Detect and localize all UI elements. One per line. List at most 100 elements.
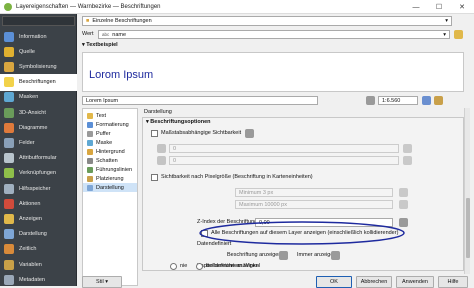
tree-item-hintergrund[interactable]: Hintergrund (83, 147, 137, 156)
max-pixel-value: Maximum 10000 px (239, 201, 287, 208)
scale-visibility-label: Maßstabsabhängige Sichtbarkeit (161, 130, 242, 136)
scale-max-value: 0 (173, 157, 177, 164)
cancel-button[interactable]: Abbrechen (356, 276, 392, 288)
maximize-button[interactable]: ☐ (428, 0, 450, 14)
text-sample-title: Textbeispiel (86, 42, 118, 48)
data-defined-icon[interactable] (331, 251, 340, 260)
data-defined-icon[interactable] (399, 200, 408, 209)
close-button[interactable]: ✕ (451, 0, 473, 14)
sidebar-item-label: Zeitlich (19, 246, 37, 253)
overrun-angle-label: bei definiertem Winkel (206, 263, 261, 269)
sidebar-item-icon (4, 259, 14, 270)
zoom-out-icon (157, 144, 166, 153)
minimize-button[interactable]: — (405, 0, 427, 14)
chevron-down-icon: ▾ (443, 31, 446, 38)
sidebar-item-icon (4, 183, 14, 194)
tree-item-label: Formatierung (96, 121, 129, 128)
scale-min-select[interactable]: 0 (169, 144, 399, 153)
tree-item-formatierung[interactable]: Formatierung (83, 120, 137, 129)
tree-item-schatten[interactable]: Schatten (83, 156, 137, 165)
data-defined-icon[interactable] (245, 129, 254, 138)
sidebar-item-icon (4, 244, 14, 255)
help-button[interactable]: Hilfe (438, 276, 468, 288)
preview-scale-input[interactable]: 1:6.560 (378, 96, 418, 105)
expression-icon[interactable] (454, 30, 463, 39)
sidebar-item-label: Verknüpfungen (19, 170, 57, 177)
help-button-label: Hilfe (447, 279, 459, 285)
tree-item-text[interactable]: Text (83, 111, 137, 120)
style-button-label: Stil (96, 279, 104, 285)
sidebar-item-icon (4, 31, 14, 42)
sidebar-item-icon (4, 61, 14, 72)
tree-item-label: Darstellung (96, 184, 124, 191)
tree-item-label: Puffer (96, 130, 111, 137)
tree-item-maske[interactable]: Maske (83, 138, 137, 147)
sidebar-item-label: Hilfsspeicher (19, 185, 51, 192)
tree-item-label: Hintergrund (96, 148, 125, 155)
settings-tree: Text Formatierung Puffer Maske Hintergrund Sc… (82, 108, 138, 286)
sidebar-item-icon (4, 77, 14, 88)
sidebar-item-label: Metadaten (19, 276, 45, 283)
sidebar-item-icon (4, 122, 14, 133)
tree-item-label: Text (96, 112, 107, 119)
data-defined-icon[interactable] (279, 251, 288, 260)
max-pixel-spinbox[interactable]: Maximum 10000 px (235, 200, 393, 209)
pixel-visibility-checkbox[interactable] (151, 174, 158, 181)
tree-item-platzierung[interactable]: Platzierung (83, 174, 137, 183)
sidebar-item-icon (4, 153, 14, 164)
sidebar-item-label: Anzeigen (19, 215, 42, 222)
data-defined-icon[interactable] (399, 188, 408, 197)
panel-scrollbar[interactable] (464, 108, 470, 274)
sidebar-item-label: Symbolisierung (19, 63, 57, 70)
label-options-header: ▾ Beschriftungsoptionen (146, 119, 211, 125)
zoom-in-icon (157, 156, 166, 165)
zoom-icon[interactable] (422, 96, 431, 105)
labeling-mode-select[interactable]: ■ Einzelne Beschriftungen ▾ (82, 16, 452, 26)
ok-button[interactable]: OK (316, 276, 352, 288)
window-title: Layereigenschaften — Warnbezirke — Besch… (16, 3, 161, 10)
label-preview: Lorom Ipsum (82, 52, 464, 92)
background-color-icon[interactable] (434, 96, 443, 105)
min-pixel-value: Minimum 3 px (239, 189, 274, 196)
highlight-ellipse (199, 221, 405, 245)
sidebar-item-icon (4, 46, 14, 57)
min-pixel-spinbox[interactable]: Minimum 3 px (235, 188, 393, 197)
tree-item-puffer[interactable]: Puffer (83, 129, 137, 138)
show-label-text: Beschriftung anzeigen (227, 252, 282, 258)
tree-item-icon (87, 148, 93, 155)
tree-item-label: Schatten (96, 157, 118, 164)
tree-item-icon (87, 121, 93, 128)
value-field-select[interactable]: abc name ▾ (98, 30, 450, 39)
chevron-down-icon: ▾ (445, 18, 448, 24)
current-scale-icon[interactable] (403, 156, 412, 165)
tree-item-darstellung[interactable]: Darstellung (83, 183, 137, 192)
sidebar-item-icon (4, 137, 14, 148)
sidebar-item-label: Quelle (19, 48, 35, 55)
app-icon (4, 2, 12, 11)
text-sample-header: ▾ Textbeispiel (82, 42, 118, 48)
apply-button[interactable]: Anwenden (396, 276, 434, 288)
cancel-button-label: Abbrechen (360, 279, 388, 285)
style-menu-button[interactable]: Stil ▾ (82, 276, 122, 288)
sidebar-item-metadaten[interactable]: Metadaten (0, 271, 77, 288)
tree-item-icon (87, 139, 93, 146)
labeling-mode-value: Einzelne Beschriftungen (92, 18, 152, 24)
overrun-angle-radio[interactable] (196, 263, 203, 270)
scale-min-value: 0 (173, 145, 177, 152)
apply-button-label: Anwenden (402, 279, 428, 285)
tree-item-icon (87, 166, 93, 173)
tree-item-label: Platzierung (96, 175, 124, 182)
tree-item-icon (87, 157, 93, 164)
sidebar-search-input[interactable] (2, 16, 75, 26)
preview-text-input[interactable]: Lorem Ipsum (82, 96, 318, 105)
field-type-prefix: abc (102, 32, 110, 37)
overrun-never-radio[interactable] (170, 263, 177, 270)
sidebar-item-label: 3D-Ansicht (19, 109, 46, 116)
scrollbar-thumb[interactable] (466, 198, 470, 258)
preview-scale-value: 1:6.560 (382, 97, 401, 104)
current-scale-icon[interactable] (403, 144, 412, 153)
scale-max-select[interactable]: 0 (169, 156, 399, 165)
scale-visibility-checkbox[interactable] (151, 130, 158, 137)
tree-item-führungslinien[interactable]: Führungslinien (83, 165, 137, 174)
overrun-never-label: nie (180, 263, 188, 269)
